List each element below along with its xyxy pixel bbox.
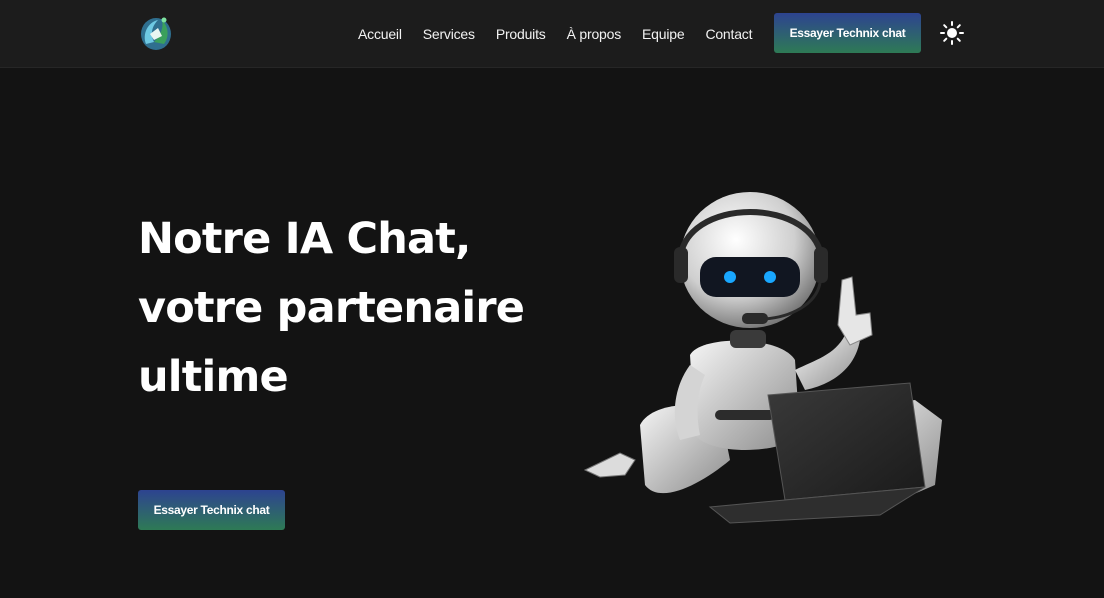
hero-title-line-3: ultime [138,352,289,402]
hero-title-line-2: votre partenaire [138,283,525,333]
nav-link-contact[interactable]: Contact [705,26,752,42]
nav-link-produits[interactable]: Produits [496,26,546,42]
page: Accueil Services Produits À propos Equip… [0,0,1104,598]
nav-link-equipe[interactable]: Equipe [642,26,685,42]
site-header: Accueil Services Produits À propos Equip… [0,0,1104,68]
main-nav: Accueil Services Produits À propos Equip… [358,0,773,67]
try-technix-chat-hero-button[interactable]: Essayer Technix chat [138,490,285,530]
try-technix-chat-header-button[interactable]: Essayer Technix chat [774,13,921,53]
nav-link-accueil[interactable]: Accueil [358,26,402,42]
hero-title-line-1: Notre IA Chat, [138,214,471,264]
nav-link-a-propos[interactable]: À propos [567,26,622,42]
robot-illustration [583,192,942,524]
hero-title: Notre IA Chat, votre partenaire ultime [138,205,558,412]
logo-icon[interactable] [138,14,174,52]
nav-link-services[interactable]: Services [423,26,475,42]
sun-icon[interactable] [939,20,965,46]
